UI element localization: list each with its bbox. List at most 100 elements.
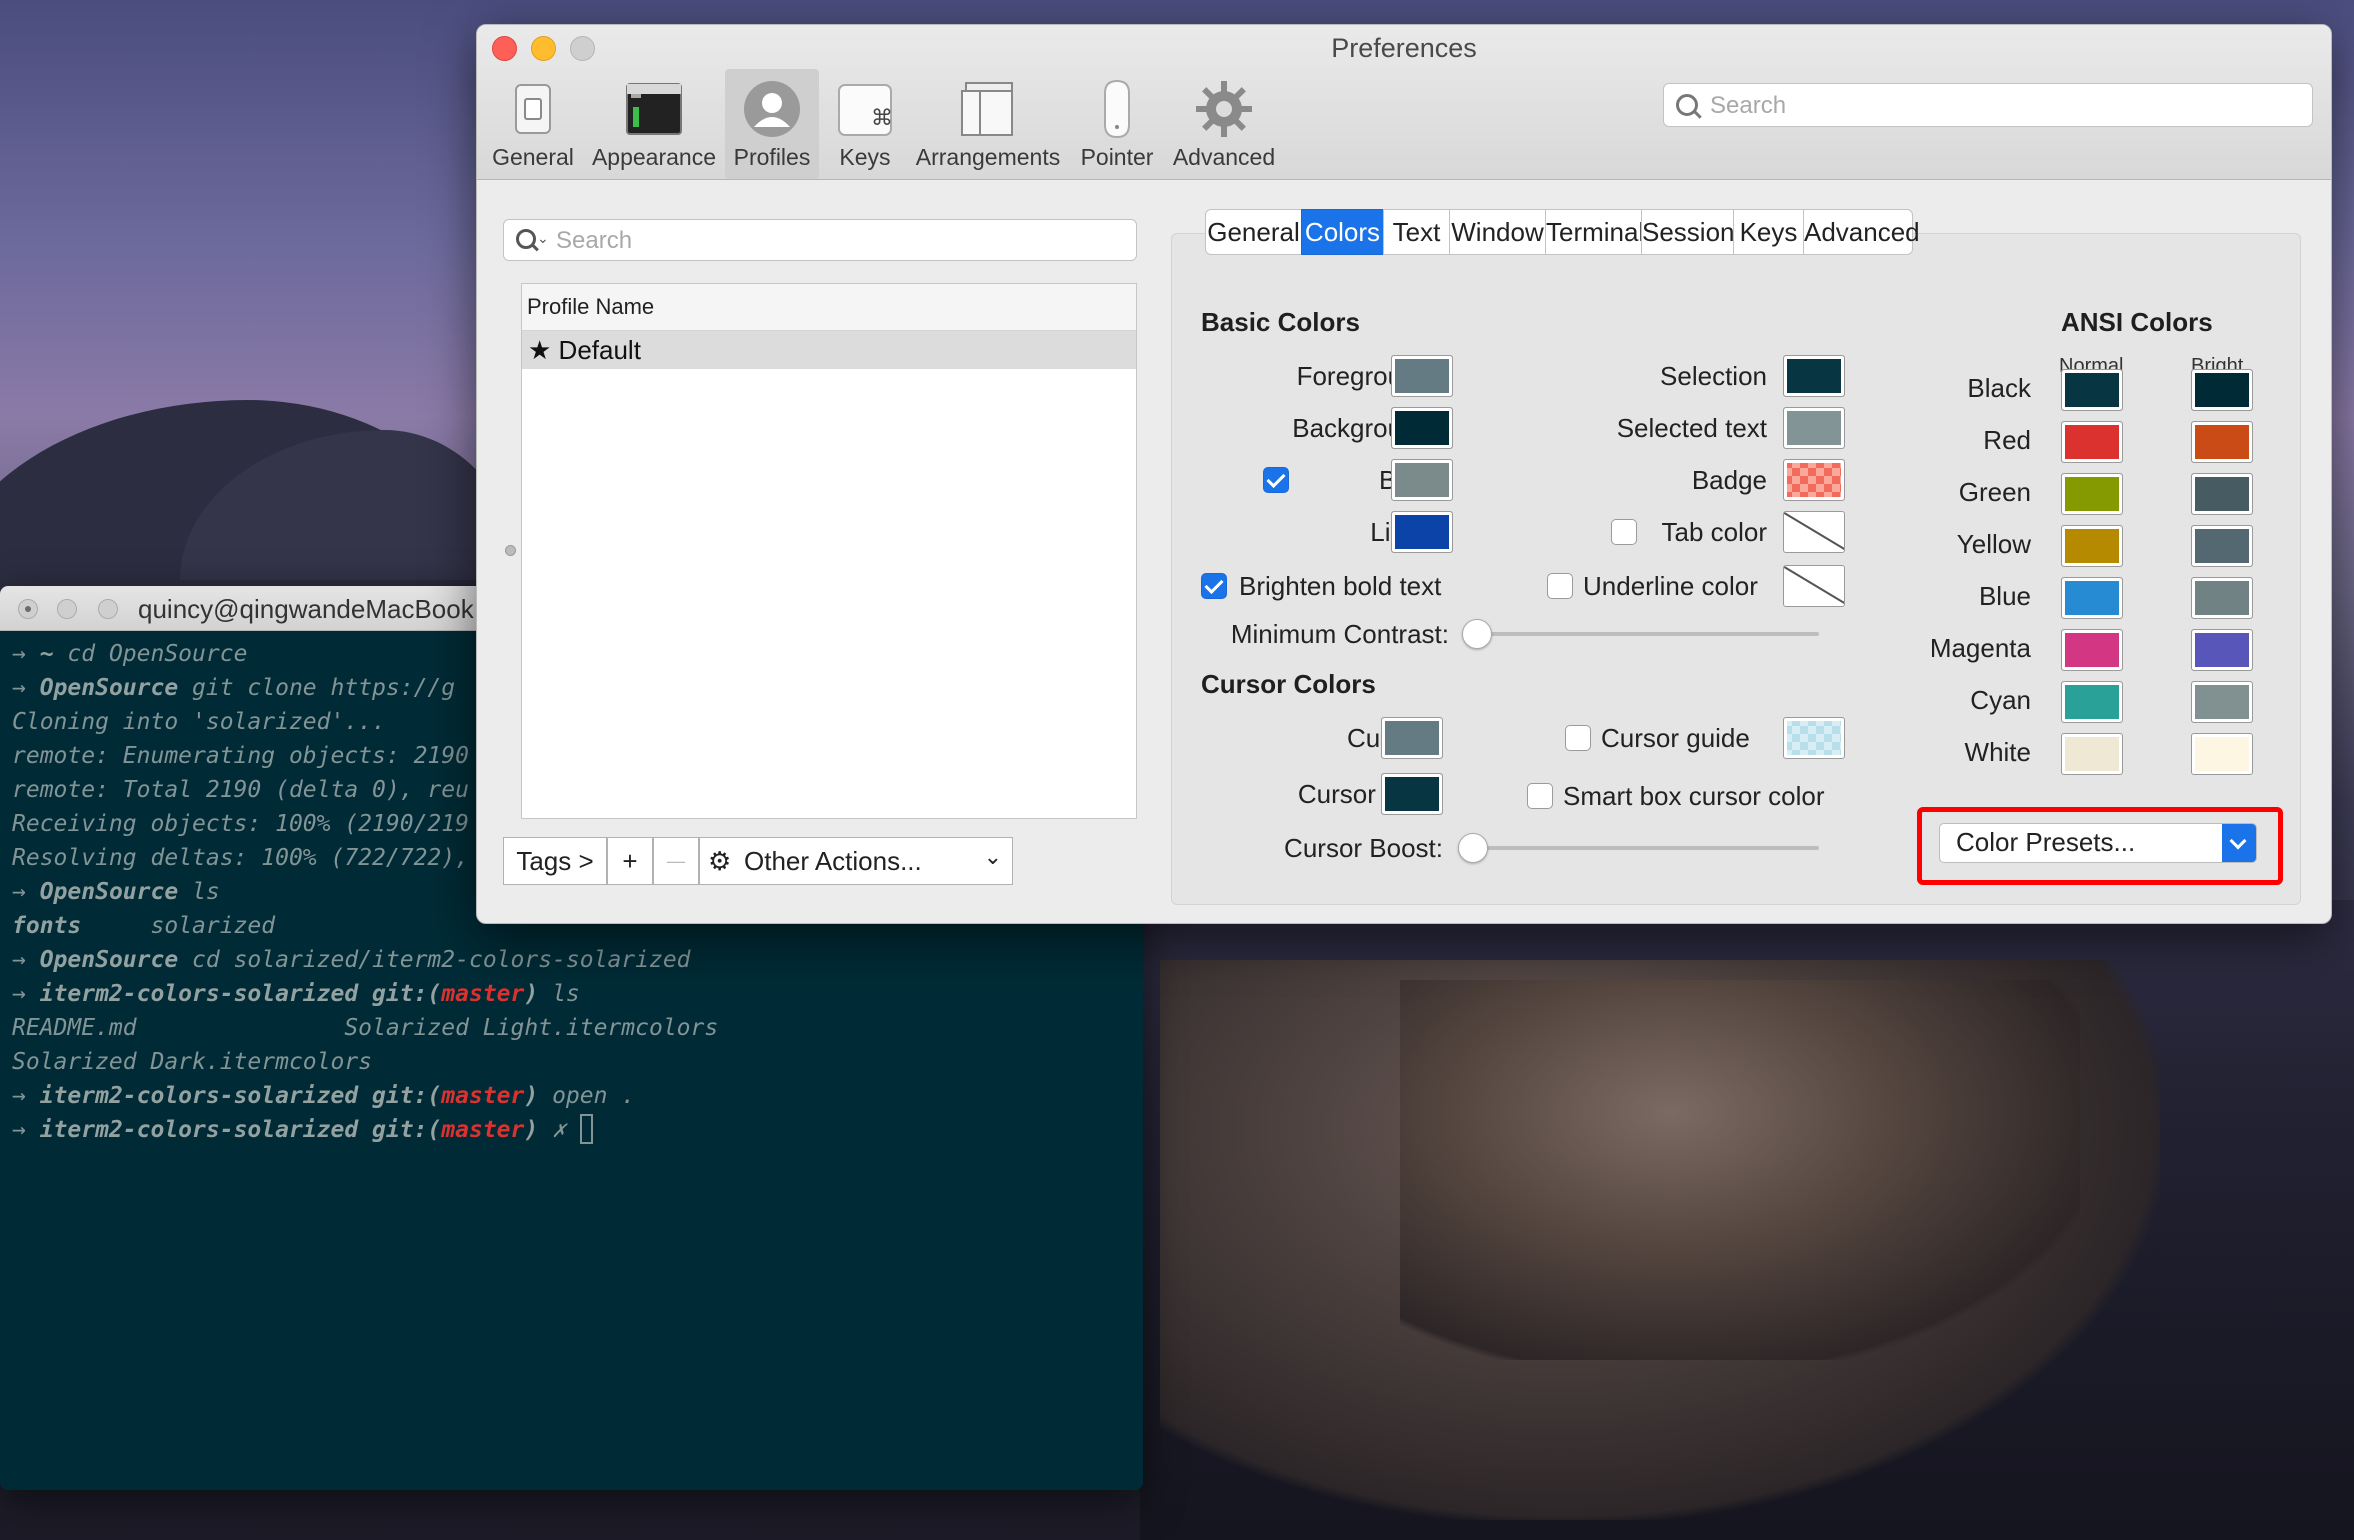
preferences-window[interactable]: Preferences General Appearance Profiles … — [476, 24, 2332, 924]
tab-color-well[interactable] — [1783, 511, 1845, 553]
selected-text-label: Selected text — [1616, 413, 1767, 443]
links-color-well[interactable] — [1391, 511, 1453, 553]
add-profile-button[interactable]: + — [607, 837, 653, 885]
selection-color-well[interactable] — [1783, 355, 1845, 397]
tab-colors[interactable]: Colors — [1301, 209, 1383, 255]
ansi-black-normal-color-well[interactable] — [2061, 369, 2123, 411]
ansi-red-bright-color-well[interactable] — [2191, 421, 2253, 463]
underline-color-checkbox[interactable] — [1547, 573, 1573, 599]
minimum-contrast-label: Minimum Contrast: — [1230, 619, 1449, 649]
cursor-guide-color-well[interactable] — [1783, 717, 1845, 759]
split-handle[interactable] — [505, 545, 516, 556]
cursor-colors-heading: Cursor Colors — [1201, 669, 1376, 699]
remove-profile-button[interactable]: — — [653, 837, 699, 885]
star-icon: ★ — [528, 335, 552, 365]
background-color-well[interactable] — [1391, 407, 1453, 449]
mouse-icon — [1104, 79, 1130, 139]
profile-row-default[interactable]: ★ Default — [522, 331, 1136, 369]
ansi-yellow-label: Yellow — [1956, 529, 2031, 559]
ansi-red-label: Red — [1983, 425, 2031, 455]
ansi-green-label: Green — [1958, 477, 2031, 507]
tab-color-label: Tab color — [1661, 517, 1768, 547]
minimum-contrast-slider[interactable] — [1467, 632, 1819, 636]
terminal-title: quincy@qingwandeMacBook — [138, 594, 474, 624]
search-icon — [1676, 94, 1698, 116]
ansi-yellow-normal-color-well[interactable] — [2061, 525, 2123, 567]
bold-color-well[interactable] — [1391, 459, 1453, 501]
ansi-green-bright-color-well[interactable] — [2191, 473, 2253, 515]
terminal-line: README.md Solarized Light.itermcolors — [12, 1015, 719, 1041]
preferences-search-field[interactable]: Search — [1663, 83, 2313, 127]
ansi-magenta-normal-color-well[interactable] — [2061, 629, 2123, 671]
toolbar-general[interactable]: General — [491, 69, 575, 179]
ansi-magenta-bright-color-well[interactable] — [2191, 629, 2253, 671]
preferences-toolbar: Preferences General Appearance Profiles … — [477, 25, 2331, 180]
command-key-icon: ⌘ — [838, 84, 893, 136]
selected-text-color-well[interactable] — [1783, 407, 1845, 449]
other-actions-dropdown[interactable]: ⚙ Other Actions... ⌄ — [699, 837, 1013, 885]
tab-general[interactable]: General — [1205, 209, 1301, 255]
badge-color-well[interactable] — [1783, 459, 1845, 501]
ansi-green-normal-color-well[interactable] — [2061, 473, 2123, 515]
arrangements-icon — [961, 82, 1013, 136]
cursor-text-color-well[interactable] — [1381, 773, 1443, 815]
minimum-contrast-slider-knob[interactable] — [1462, 619, 1492, 649]
tab-session[interactable]: Session — [1641, 209, 1735, 255]
selection-label: Selection — [1660, 361, 1767, 391]
profile-name-column-header[interactable]: Profile Name — [522, 284, 1136, 331]
switch-icon — [515, 84, 551, 134]
toolbar-pointer[interactable]: Pointer — [1069, 69, 1165, 179]
chevron-down-icon: ⌄ — [983, 844, 1002, 869]
terminal-line: → iterm2-colors-solarized git:(master) l… — [12, 981, 580, 1007]
terminal-minimize-button[interactable] — [57, 599, 77, 619]
smart-box-cursor-checkbox[interactable] — [1527, 783, 1553, 809]
toolbar-arrangements[interactable]: Arrangements — [907, 69, 1069, 179]
terminal-cursor — [579, 1114, 593, 1144]
ansi-cyan-label: Cyan — [1970, 685, 2031, 715]
badge-label: Badge — [1691, 465, 1767, 495]
gear-icon: ⚙ — [708, 846, 732, 876]
ansi-magenta-label: Magenta — [1929, 633, 2031, 663]
smart-box-cursor-label: Smart box cursor color — [1563, 781, 1825, 811]
terminal-line: → iterm2-colors-solarized git:(master) ✗ — [12, 1113, 1143, 1147]
cursor-boost-slider-knob[interactable] — [1458, 833, 1488, 863]
profiles-search-field[interactable]: ⌄ Search — [503, 219, 1137, 261]
terminal-line: → OpenSource cd solarized/iterm2-colors-… — [12, 947, 691, 973]
terminal-zoom-button[interactable] — [98, 599, 118, 619]
svg-text:⌘: ⌘ — [871, 106, 893, 131]
toolbar-keys[interactable]: ⌘ Keys — [827, 69, 903, 179]
cursor-color-well[interactable] — [1381, 717, 1443, 759]
tab-advanced[interactable]: Advanced — [1803, 209, 1920, 255]
ansi-white-bright-color-well[interactable] — [2191, 733, 2253, 775]
ansi-yellow-bright-color-well[interactable] — [2191, 525, 2253, 567]
ansi-blue-normal-color-well[interactable] — [2061, 577, 2123, 619]
ansi-cyan-normal-color-well[interactable] — [2061, 681, 2123, 723]
profile-list[interactable]: Profile Name ★ Default — [521, 283, 1137, 819]
tab-terminal[interactable]: Terminal — [1545, 209, 1644, 255]
toolbar-profiles[interactable]: Profiles — [725, 69, 819, 179]
tags-button[interactable]: Tags > — [503, 837, 607, 885]
underline-color-well[interactable] — [1783, 565, 1845, 607]
ansi-red-normal-color-well[interactable] — [2061, 421, 2123, 463]
foreground-color-well[interactable] — [1391, 355, 1453, 397]
terminal-line: → iterm2-colors-solarized git:(master) o… — [12, 1083, 636, 1109]
toolbar-advanced[interactable]: Advanced — [1165, 69, 1283, 179]
tab-text[interactable]: Text — [1383, 209, 1449, 255]
highlight-box — [1917, 807, 2283, 885]
ansi-blue-bright-color-well[interactable] — [2191, 577, 2253, 619]
brighten-bold-checkbox[interactable] — [1201, 573, 1227, 599]
toolbar-appearance[interactable]: Appearance — [589, 69, 719, 179]
ansi-black-label: Black — [1967, 373, 2031, 403]
tab-keys[interactable]: Keys — [1733, 209, 1803, 255]
cursor-boost-slider[interactable] — [1463, 846, 1819, 850]
ansi-white-label: White — [1964, 737, 2031, 767]
ansi-black-bright-color-well[interactable] — [2191, 369, 2253, 411]
chevron-down-icon: ⌄ — [537, 230, 549, 246]
ansi-white-normal-color-well[interactable] — [2061, 733, 2123, 775]
ansi-cyan-bright-color-well[interactable] — [2191, 681, 2253, 723]
cursor-boost-label: Cursor Boost: — [1284, 833, 1443, 863]
tab-window[interactable]: Window — [1449, 209, 1545, 255]
terminal-close-button[interactable] — [18, 599, 38, 619]
cursor-guide-checkbox[interactable] — [1565, 725, 1591, 751]
search-icon — [516, 229, 536, 249]
